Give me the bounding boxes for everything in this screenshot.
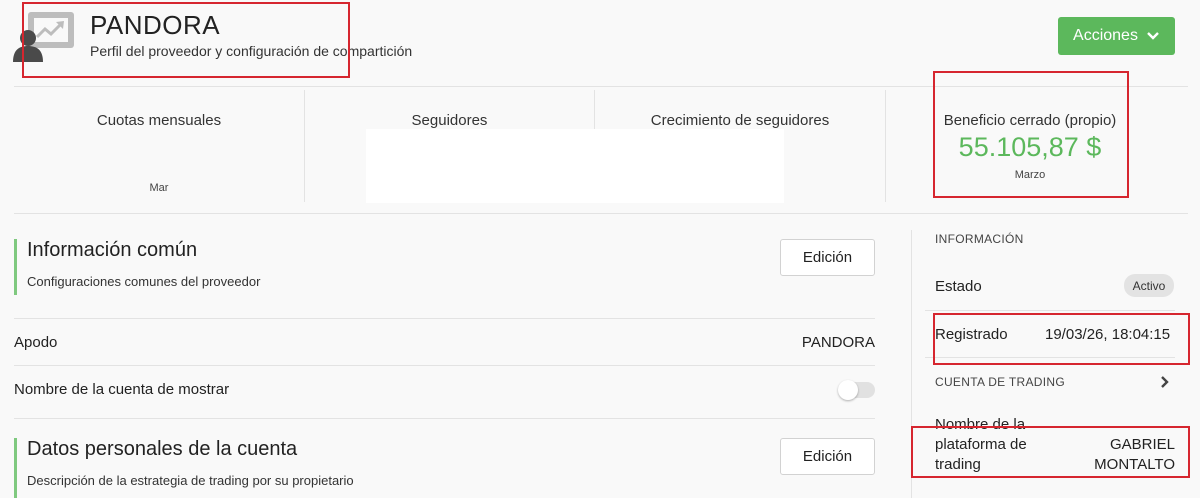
registered-label: Registrado (935, 326, 1008, 343)
section-description: Descripción de la estrategia de trading … (27, 473, 354, 488)
nickname-label: Apodo (14, 334, 58, 351)
display-account-name-toggle[interactable] (838, 380, 875, 400)
stat-closed-profit: Beneficio cerrado (propio) 55.105,87 $ M… (886, 88, 1174, 208)
panel-divider (911, 230, 912, 498)
section-title: Información común (27, 239, 198, 261)
page-header: PANDORA Perfil del proveedor y configura… (0, 0, 1200, 86)
platform-value-line: GABRIEL (1109, 436, 1175, 453)
page-title: PANDORA (90, 10, 221, 40)
row-divider (14, 365, 875, 366)
header-divider (14, 86, 1188, 87)
personal-data-header: Datos personales de la cuenta Descripció… (14, 438, 354, 498)
info-heading: INFORMACIÓN (935, 232, 1024, 246)
status-badge: Activo (1124, 274, 1174, 297)
page-subtitle: Perfil del proveedor y configuración de … (90, 43, 413, 59)
stat-label: Beneficio cerrado (propio) (943, 112, 1117, 129)
platform-value-line: MONTALTO (1094, 456, 1175, 473)
platform-label-line: plataforma de (935, 436, 1027, 453)
actions-button-label: Acciones (1073, 27, 1138, 44)
platform-label-line: trading (935, 456, 981, 473)
stat-sub: Marzo (1014, 169, 1046, 181)
toggle-knob (838, 380, 858, 400)
actions-button[interactable]: Acciones (1058, 17, 1175, 55)
platform-name-value: GABRIEL MONTALTO (1094, 435, 1175, 475)
registered-value: 19/03/26, 18:04:15 (1045, 326, 1171, 343)
stat-label: Seguidores (411, 112, 488, 129)
platform-name-label: Nombre de la plataforma de trading (935, 415, 1027, 475)
stat-value: 55.105,87 $ (958, 132, 1102, 162)
row-divider (925, 357, 1175, 358)
edit-common-info-button[interactable]: Edición (780, 239, 875, 276)
stat-label: Cuotas mensuales (96, 112, 222, 129)
edit-personal-data-button[interactable]: Edición (780, 438, 875, 475)
provider-profile-icon (13, 12, 74, 62)
row-divider (925, 310, 1175, 311)
row-divider (14, 318, 875, 319)
redacted-area (366, 129, 784, 203)
chevron-right-icon[interactable] (1159, 375, 1171, 389)
trading-account-heading[interactable]: CUENTA DE TRADING (935, 375, 1065, 389)
chevron-down-icon (1147, 32, 1159, 40)
stats-divider (14, 213, 1188, 214)
section-title: Datos personales de la cuenta (27, 438, 298, 460)
section-description: Configuraciones comunes del proveedor (27, 274, 261, 289)
status-label: Estado (935, 278, 982, 295)
stat-label: Crecimiento de seguidores (650, 112, 830, 129)
nickname-value: PANDORA (801, 334, 875, 351)
stat-sub: Mar (149, 182, 169, 194)
common-info-header: Información común Configuraciones comune… (14, 239, 260, 295)
display-account-name-label: Nombre de la cuenta de mostrar (14, 381, 230, 398)
row-divider (14, 418, 875, 419)
platform-label-line: Nombre de la (935, 416, 1026, 433)
stat-monthly-fees: Cuotas mensuales Mar (14, 88, 304, 208)
